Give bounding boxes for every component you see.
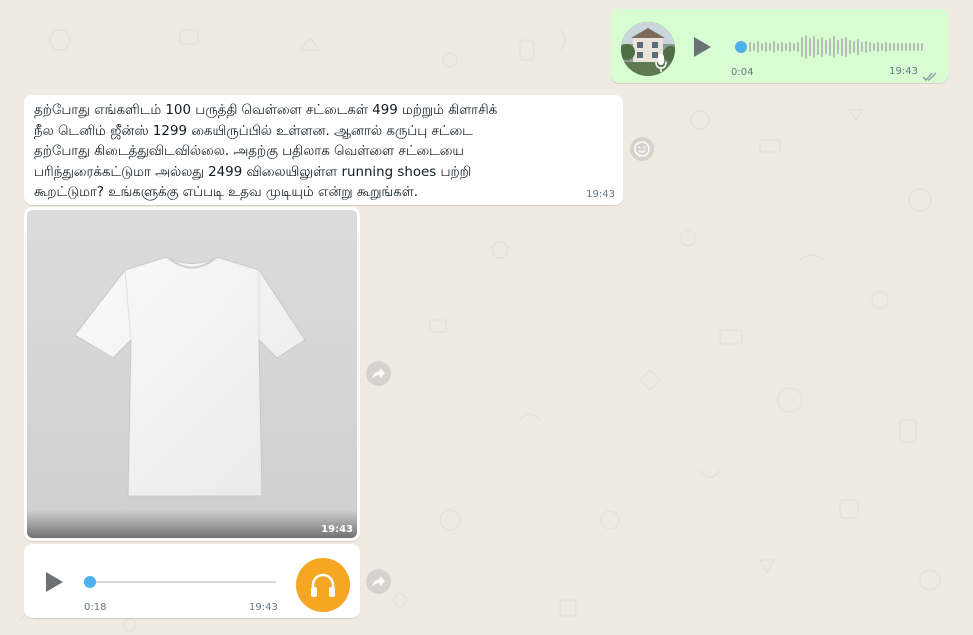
image-footer-shade (27, 510, 357, 538)
message-text: தற்போது எங்களிடம் 100 பருத்தி வெள்ளை சட்… (34, 103, 498, 201)
audio-duration: 0:18 (84, 602, 107, 613)
headphones-icon (296, 558, 350, 612)
emoji-reaction-button[interactable] (630, 137, 654, 161)
message-time: 19:43 (249, 602, 278, 613)
mic-icon (654, 53, 668, 77)
forward-icon (372, 576, 385, 587)
outgoing-voice-message[interactable]: 0:04 19:43 (611, 9, 948, 83)
playback-progress-dot[interactable] (735, 41, 747, 53)
message-time: 19:43 (889, 66, 918, 77)
double-check-icon (922, 67, 938, 86)
forward-icon (372, 368, 385, 379)
tshirt-image[interactable] (27, 210, 357, 538)
forward-button[interactable] (366, 569, 391, 594)
incoming-image-message[interactable]: 19:43 (24, 207, 360, 541)
play-icon[interactable] (692, 36, 712, 62)
voice-duration: 0:04 (731, 67, 754, 78)
message-time: 19:43 (586, 189, 615, 200)
audio-waveform[interactable] (748, 33, 928, 61)
incoming-audio-message[interactable]: 0:18 19:43 (24, 544, 360, 618)
smiley-icon (634, 141, 650, 157)
incoming-text-message[interactable]: தற்போது எங்களிடம் 100 பருத்தி வெள்ளை சட்… (24, 95, 623, 205)
audio-progress-knob[interactable] (84, 576, 96, 588)
forward-button[interactable] (366, 361, 391, 386)
play-icon[interactable] (44, 571, 64, 597)
audio-progress-track[interactable] (90, 581, 276, 583)
message-time: 19:43 (321, 524, 353, 535)
